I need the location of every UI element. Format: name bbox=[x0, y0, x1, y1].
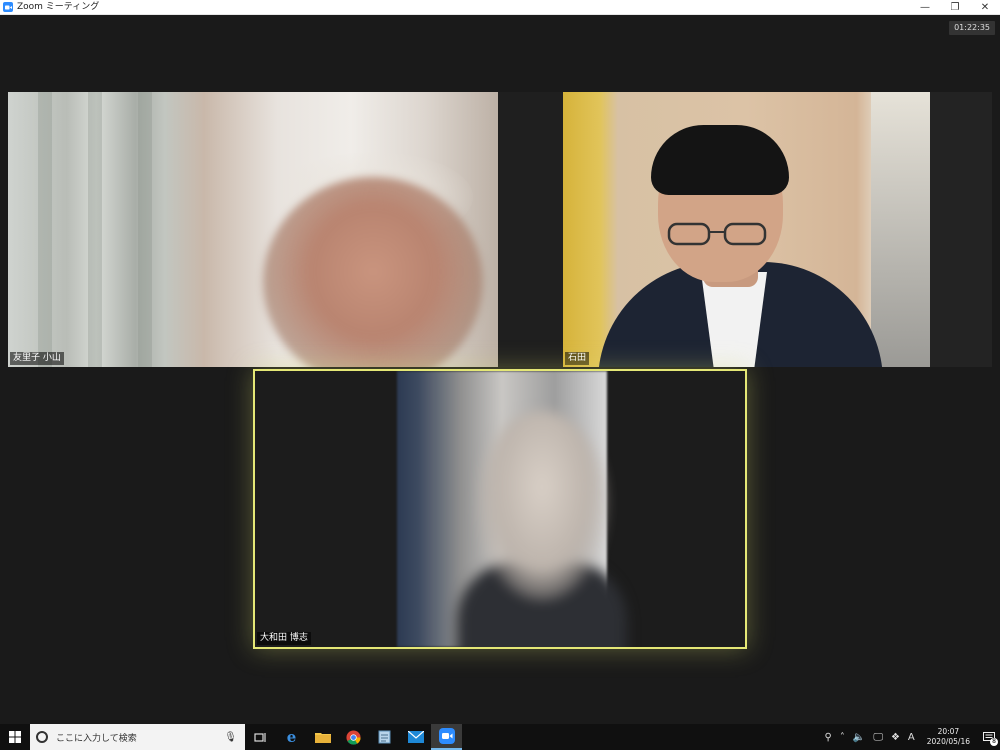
video-tile-participant-1[interactable]: 友里子 小山 bbox=[8, 92, 498, 367]
participant-name-label: 友里子 小山 bbox=[10, 352, 64, 365]
cortana-icon bbox=[36, 731, 48, 743]
zoom-taskbar-button[interactable] bbox=[431, 724, 462, 750]
minimize-button[interactable]: — bbox=[910, 0, 940, 15]
network-icon[interactable]: 🖵 bbox=[873, 732, 883, 743]
tile-gap bbox=[498, 92, 563, 367]
window-title: Zoom ミーティング bbox=[17, 1, 100, 12]
video-tile-participant-2[interactable]: 石田 bbox=[563, 92, 930, 367]
edge-button[interactable]: e bbox=[276, 724, 307, 750]
chrome-button[interactable] bbox=[338, 724, 369, 750]
notepad-button[interactable] bbox=[369, 724, 400, 750]
video-feed-detail bbox=[138, 92, 152, 367]
video-feed-detail bbox=[651, 125, 789, 195]
notepad-icon bbox=[378, 730, 391, 744]
taskbar-search-box[interactable]: ここに入力して検索 🎙 bbox=[30, 724, 245, 750]
search-placeholder: ここに入力して検索 bbox=[56, 733, 137, 744]
restore-button[interactable]: ❐ bbox=[940, 0, 970, 15]
people-icon[interactable]: ⚲ bbox=[825, 732, 832, 743]
clock-date: 2020/05/16 bbox=[926, 737, 970, 746]
video-feed-detail bbox=[38, 92, 52, 367]
mail-button[interactable] bbox=[400, 724, 431, 750]
chevron-up-icon[interactable]: ˄ bbox=[840, 732, 845, 743]
task-view-icon bbox=[254, 732, 266, 742]
microphone-icon[interactable]: 🎙 bbox=[224, 732, 237, 743]
windows-logo-icon bbox=[9, 731, 21, 743]
zoom-app-icon bbox=[3, 2, 13, 12]
zoom-icon bbox=[438, 728, 455, 744]
file-explorer-button[interactable] bbox=[307, 724, 338, 750]
task-view-button[interactable] bbox=[245, 724, 276, 750]
windows-taskbar: ここに入力して検索 🎙 e ⚲ ˄ 🔈 🖵 ❖ A 20:07 2020/05/… bbox=[0, 724, 1000, 750]
action-center-button[interactable]: 8 bbox=[978, 724, 1000, 750]
edge-icon: e bbox=[286, 728, 297, 746]
video-tile-active-speaker[interactable]: 大和田 博志 bbox=[253, 369, 747, 649]
ime-indicator[interactable]: A bbox=[908, 732, 915, 743]
clock-time: 20:07 bbox=[937, 727, 960, 736]
title-bar: Zoom ミーティング — ❐ ✕ bbox=[0, 0, 1000, 15]
window-controls: — ❐ ✕ bbox=[910, 0, 1000, 15]
meeting-timer: 01:22:35 bbox=[949, 21, 995, 35]
glasses-detail bbox=[667, 222, 767, 246]
video-feed-detail bbox=[871, 92, 930, 367]
notification-count-badge: 8 bbox=[990, 738, 998, 746]
blurred-participant-face bbox=[477, 411, 607, 601]
participant-name-label: 大和田 博志 bbox=[257, 632, 311, 645]
video-feed bbox=[397, 371, 627, 647]
folder-icon bbox=[314, 733, 331, 743]
meeting-gallery: 01:22:35 友里子 小山 石田 大和田 博志 bbox=[0, 15, 1000, 724]
chrome-icon bbox=[346, 729, 361, 745]
tile-gap bbox=[930, 92, 992, 367]
taskbar-clock[interactable]: 20:07 2020/05/16 bbox=[927, 727, 970, 747]
close-button[interactable]: ✕ bbox=[970, 0, 1000, 15]
volume-icon[interactable]: 🔈 bbox=[853, 732, 865, 743]
mail-icon bbox=[407, 731, 424, 743]
system-tray: ⚲ ˄ 🔈 🖵 ❖ A 20:07 2020/05/16 8 bbox=[821, 724, 1000, 750]
video-feed-detail bbox=[88, 92, 102, 367]
start-button[interactable] bbox=[0, 724, 30, 750]
dropbox-icon[interactable]: ❖ bbox=[891, 732, 900, 743]
participant-name-label: 石田 bbox=[565, 352, 590, 365]
